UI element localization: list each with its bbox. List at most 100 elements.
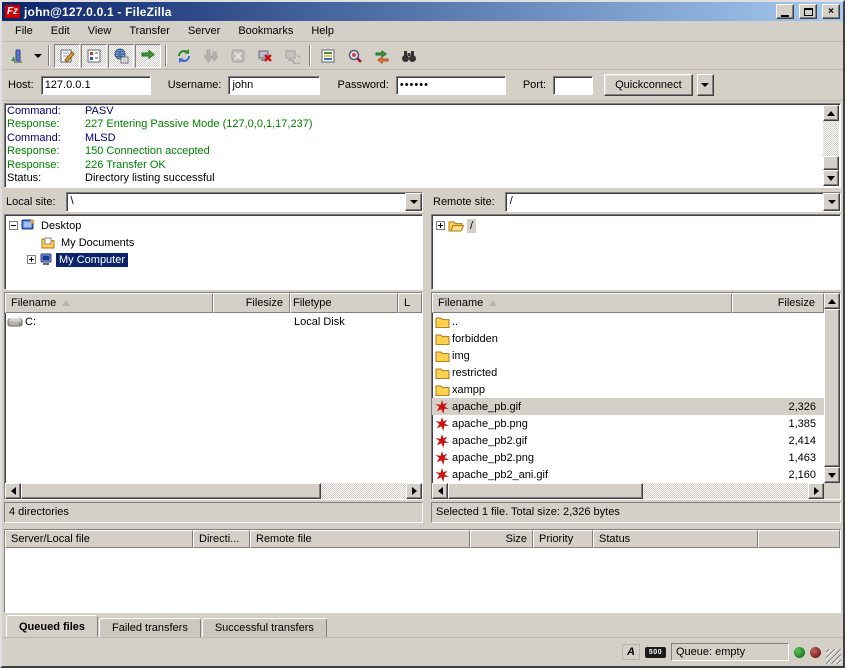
expand-icon[interactable] — [27, 255, 36, 264]
tab-failed-transfers[interactable]: Failed transfers — [99, 618, 201, 637]
column-header-remote-file[interactable]: Remote file — [250, 530, 470, 548]
remote-site-combobox[interactable]: / — [505, 192, 841, 212]
site-manager-dropdown[interactable] — [31, 44, 44, 68]
toggle-remote-tree-button[interactable] — [108, 44, 134, 68]
synchronized-browsing-icon — [374, 48, 390, 64]
close-button[interactable]: × — [822, 4, 840, 19]
menu-edit[interactable]: Edit — [42, 22, 79, 40]
tree-item-my-documents[interactable]: My Documents — [9, 234, 422, 251]
menu-file[interactable]: File — [6, 22, 42, 40]
menu-help[interactable]: Help — [302, 22, 343, 40]
remote-directory-tree[interactable]: / — [431, 214, 841, 290]
column-header-filesize[interactable]: Filesize — [732, 293, 824, 313]
synchronized-browsing-button[interactable] — [369, 44, 395, 68]
refresh-button[interactable] — [171, 44, 197, 68]
tab-queued-files[interactable]: Queued files — [6, 615, 98, 637]
column-header-server-local-file[interactable]: Server/Local file — [5, 530, 193, 548]
column-header-direction[interactable]: Directi... — [193, 530, 250, 548]
scroll-left-button[interactable] — [432, 483, 448, 499]
transfer-type-indicator-icon[interactable]: A — [622, 644, 640, 660]
file-row[interactable]: apache_pb2_ani.gif2,160 — [432, 466, 824, 483]
local-site-dropdown-button[interactable] — [405, 193, 422, 211]
column-header-filename[interactable]: Filename — [432, 293, 732, 313]
column-header-size[interactable]: Size — [470, 530, 533, 548]
toggle-message-log-button[interactable] — [54, 44, 80, 68]
tree-item-label: My Computer — [56, 253, 128, 267]
scroll-down-button[interactable] — [823, 170, 839, 186]
filter-button[interactable] — [315, 44, 341, 68]
scroll-left-button[interactable] — [5, 483, 21, 499]
local-site-combobox[interactable]: \ — [66, 192, 423, 212]
password-label: Password: — [337, 79, 388, 91]
scrollbar-thumb[interactable] — [448, 483, 643, 499]
local-horizontal-scrollbar[interactable] — [5, 483, 422, 499]
tree-item-my-computer[interactable]: My Computer — [9, 251, 422, 268]
menu-view[interactable]: View — [79, 22, 121, 40]
scroll-right-button[interactable] — [808, 483, 824, 499]
file-row[interactable]: xampp — [432, 381, 824, 398]
column-header-filename[interactable]: Filename — [5, 293, 213, 313]
file-row[interactable]: forbidden — [432, 330, 824, 347]
column-header-priority[interactable]: Priority — [533, 530, 593, 548]
file-row[interactable]: restricted — [432, 364, 824, 381]
host-input[interactable] — [41, 76, 151, 95]
quickconnect-dropdown[interactable] — [697, 74, 714, 96]
menu-bookmarks[interactable]: Bookmarks — [229, 22, 302, 40]
triangle-down-icon — [828, 473, 836, 478]
column-header-last-modified[interactable]: L — [398, 293, 422, 313]
site-manager-button[interactable] — [4, 44, 30, 68]
minimize-button[interactable] — [776, 4, 794, 19]
scroll-up-button[interactable] — [823, 105, 839, 121]
file-row[interactable]: img — [432, 347, 824, 364]
scrollbar-thumb[interactable] — [824, 309, 840, 467]
scrollbar-thumb[interactable] — [823, 156, 839, 170]
expand-icon[interactable] — [436, 221, 445, 230]
column-header-filetype[interactable]: Filetype — [290, 293, 398, 313]
remote-horizontal-scrollbar[interactable] — [432, 483, 824, 499]
speed-limits-icon[interactable]: 500 — [645, 647, 666, 658]
directory-comparison-button[interactable] — [342, 44, 368, 68]
file-row[interactable]: apache_pb2.gif2,414 — [432, 432, 824, 449]
password-input[interactable] — [396, 76, 506, 95]
image-file-icon — [435, 417, 449, 431]
image-file-icon — [435, 468, 449, 482]
menu-transfer[interactable]: Transfer — [120, 22, 179, 40]
file-row[interactable]: apache_pb.png1,385 — [432, 415, 824, 432]
port-input[interactable] — [553, 76, 593, 95]
local-directory-tree[interactable]: Desktop My Documents My Computer — [4, 214, 423, 290]
tree-item-desktop[interactable]: Desktop — [9, 217, 422, 234]
file-row-c-drive[interactable]: C: Local Disk — [5, 313, 422, 330]
message-log[interactable]: Command:PASV Response:227 Entering Passi… — [4, 103, 841, 188]
scroll-down-button[interactable] — [824, 467, 840, 483]
process-queue-button[interactable] — [198, 44, 224, 68]
collapse-icon[interactable] — [9, 221, 18, 230]
tree-item-root[interactable]: / — [436, 217, 840, 234]
tree-item-label: / — [467, 219, 476, 233]
resize-grip[interactable] — [826, 649, 841, 664]
file-row-selected[interactable]: apache_pb.gif2,326 — [432, 398, 824, 415]
file-row[interactable]: .. — [432, 313, 824, 330]
scroll-right-button[interactable] — [406, 483, 422, 499]
reconnect-button[interactable] — [279, 44, 305, 68]
disconnect-button[interactable] — [252, 44, 278, 68]
local-list-body[interactable]: C: Local Disk — [5, 313, 422, 483]
remote-list-body[interactable]: .. forbidden img restricted — [432, 313, 824, 483]
username-input[interactable] — [228, 76, 320, 95]
quickconnect-button[interactable]: Quickconnect — [604, 74, 693, 96]
maximize-button[interactable] — [799, 4, 817, 19]
file-row[interactable]: apache_pb2.png1,463 — [432, 449, 824, 466]
toggle-local-tree-button[interactable] — [81, 44, 107, 68]
queue-body[interactable] — [5, 548, 840, 612]
scrollbar-thumb[interactable] — [21, 483, 321, 499]
column-header-status[interactable]: Status — [593, 530, 758, 548]
remote-site-dropdown-button[interactable] — [823, 193, 840, 211]
scroll-up-button[interactable] — [824, 293, 840, 309]
tab-successful-transfers[interactable]: Successful transfers — [202, 618, 327, 637]
column-header-filesize[interactable]: Filesize — [213, 293, 290, 313]
cancel-operation-button[interactable] — [225, 44, 251, 68]
log-vertical-scrollbar[interactable] — [823, 105, 839, 186]
find-files-button[interactable] — [396, 44, 422, 68]
toggle-queue-button[interactable] — [135, 44, 161, 68]
menu-server[interactable]: Server — [179, 22, 229, 40]
remote-vertical-scrollbar[interactable] — [824, 293, 840, 483]
